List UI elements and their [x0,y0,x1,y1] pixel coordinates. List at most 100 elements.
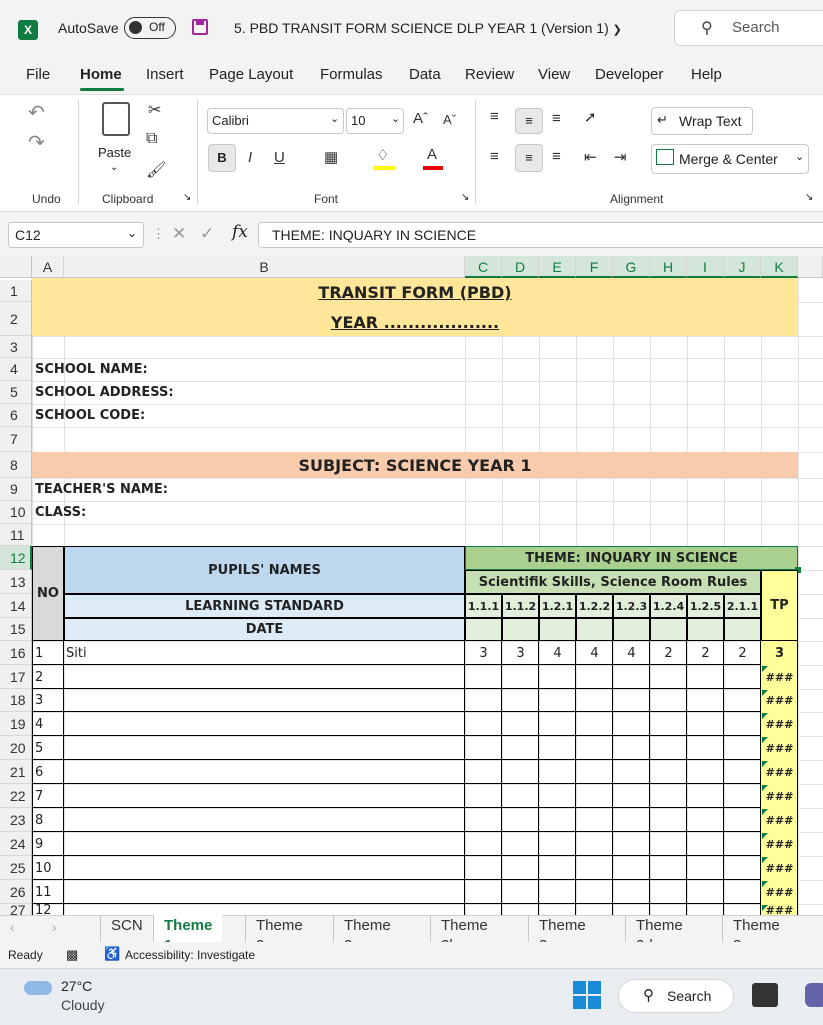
scroll-right-icon[interactable]: › [52,919,57,935]
score-cell[interactable] [576,712,613,736]
column-header-d[interactable]: D [502,256,539,278]
school-code-label[interactable]: SCHOOL CODE: [35,404,145,427]
score-cell[interactable] [650,808,687,832]
score-cell[interactable] [613,760,650,784]
pupil-name[interactable] [66,712,462,736]
score-cell[interactable] [724,689,761,712]
row-header-22[interactable]: 22 [0,784,32,808]
row-header-9[interactable]: 9 [0,478,32,501]
pupil-name[interactable]: Siti [66,641,462,665]
score-cell[interactable] [465,665,502,689]
sheet-tab-theme-2a[interactable]: Theme 2a [333,915,401,954]
sheet-tab-theme-2c[interactable]: Theme 2c [528,915,596,954]
sheet-tab-theme-1[interactable]: Theme 1 [153,915,223,954]
school-address-label[interactable]: SCHOOL ADDRESS: [35,381,174,404]
row-header-18[interactable]: 18 [0,689,32,712]
score-cell[interactable]: 3 [465,641,502,665]
row-header-14[interactable]: 14 [0,594,32,618]
taskbar-search[interactable]: ⚲ Search [618,979,734,1013]
score-cell[interactable] [724,880,761,904]
score-cell[interactable] [465,808,502,832]
row-header-20[interactable]: 20 [0,736,32,760]
score-cell[interactable] [687,736,724,760]
row-header-15[interactable]: 15 [0,618,32,641]
score-cell[interactable] [576,784,613,808]
score-cell[interactable] [687,808,724,832]
row-header-19[interactable]: 19 [0,712,32,736]
standard-date-cell[interactable] [613,618,650,641]
score-cell[interactable] [539,689,576,712]
score-cell[interactable] [650,736,687,760]
score-cell[interactable] [576,808,613,832]
score-cell[interactable] [465,712,502,736]
sheet-tab-theme-2b[interactable]: Theme 2b [430,915,498,954]
column-header-extra[interactable] [798,256,823,278]
column-header-b[interactable]: B [64,256,465,278]
score-cell[interactable] [539,760,576,784]
row-header-10[interactable]: 10 [0,501,32,524]
score-cell[interactable] [502,760,539,784]
score-cell[interactable] [502,712,539,736]
column-header-k[interactable]: K [761,256,798,278]
score-cell[interactable] [650,689,687,712]
row-header-13[interactable]: 13 [0,570,32,594]
windows-start-icon[interactable] [573,981,601,1009]
pupil-name[interactable] [66,832,462,856]
standard-date-cell[interactable] [576,618,613,641]
score-cell[interactable]: 3 [502,641,539,665]
pupil-name[interactable] [66,784,462,808]
pupil-name[interactable] [66,808,462,832]
row-header-6[interactable]: 6 [0,404,32,427]
row-header-16[interactable]: 16 [0,641,32,665]
standard-date-cell[interactable] [465,618,502,641]
score-cell[interactable]: 2 [724,641,761,665]
pupil-name[interactable] [66,880,462,904]
score-cell[interactable] [539,665,576,689]
score-cell[interactable] [539,808,576,832]
score-cell[interactable] [576,832,613,856]
teams-icon[interactable] [805,983,823,1007]
score-cell[interactable] [465,856,502,880]
accessibility-icon[interactable]: ♿ [104,946,120,962]
score-cell[interactable] [724,712,761,736]
row-header-25[interactable]: 25 [0,856,32,880]
score-cell[interactable] [539,712,576,736]
score-cell[interactable] [539,736,576,760]
row-header-1[interactable]: 1 [0,280,32,302]
score-cell[interactable] [724,736,761,760]
row-header-21[interactable]: 21 [0,760,32,784]
sheet-tab-theme-3[interactable]: Theme 3 [722,915,790,954]
pupil-name[interactable] [66,856,462,880]
standard-date-cell[interactable] [502,618,539,641]
subject-title[interactable]: SUBJECT: SCIENCE YEAR 1 [32,452,798,478]
score-cell[interactable] [502,736,539,760]
sheet-tab-theme-2d[interactable]: Theme 2d [625,915,693,954]
row-header-3[interactable]: 3 [0,336,32,358]
score-cell[interactable] [687,689,724,712]
score-cell[interactable] [465,880,502,904]
row-header-7[interactable]: 7 [0,427,32,452]
score-cell[interactable] [576,689,613,712]
score-cell[interactable] [687,712,724,736]
pupil-name[interactable] [66,689,462,712]
score-cell[interactable] [502,784,539,808]
score-cell[interactable] [539,856,576,880]
score-cell[interactable]: 4 [539,641,576,665]
standard-date-cell[interactable] [539,618,576,641]
score-cell[interactable]: 4 [613,641,650,665]
score-cell[interactable] [465,736,502,760]
score-cell[interactable] [687,760,724,784]
score-cell[interactable] [724,856,761,880]
row-header-26[interactable]: 26 [0,880,32,904]
column-header-a[interactable]: A [32,256,64,278]
score-cell[interactable] [465,784,502,808]
school-name-label[interactable]: SCHOOL NAME: [35,358,148,381]
score-cell[interactable] [539,832,576,856]
weather-temp[interactable]: 27°C [61,978,92,994]
class-label[interactable]: CLASS: [35,501,86,524]
score-cell[interactable]: 4 [576,641,613,665]
score-cell[interactable] [650,856,687,880]
score-cell[interactable] [724,760,761,784]
score-cell[interactable] [502,832,539,856]
row-header-17[interactable]: 17 [0,665,32,689]
